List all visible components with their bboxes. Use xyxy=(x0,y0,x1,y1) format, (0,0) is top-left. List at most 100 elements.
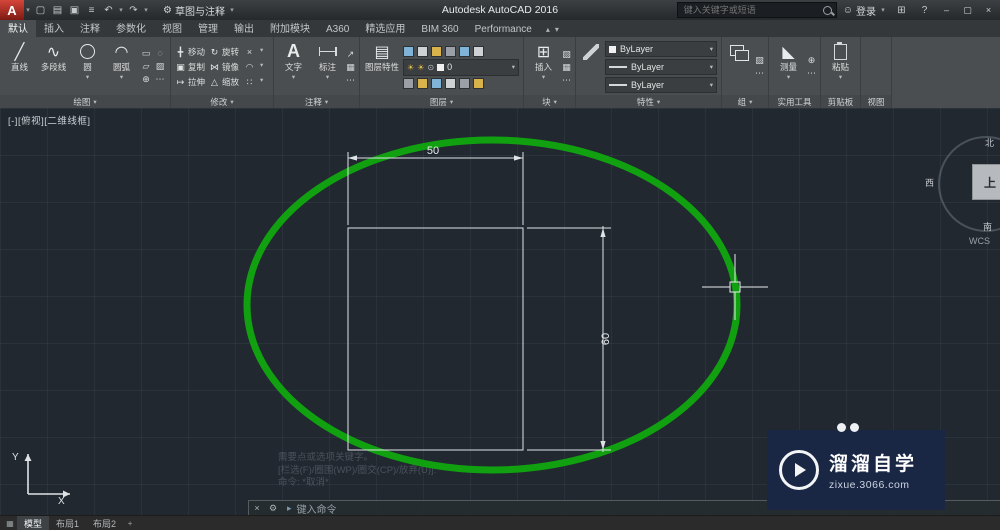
help-icon[interactable]: ? xyxy=(916,5,933,16)
open-file-icon[interactable]: ▤ xyxy=(49,5,66,16)
ribbon-tab-featured-apps[interactable]: 精选应用 xyxy=(357,18,413,37)
layer-tool-icon[interactable] xyxy=(417,45,429,57)
ribbon-tab-home[interactable]: 默认 xyxy=(0,18,36,37)
paste-tool[interactable]: 粘贴 ▾ xyxy=(825,39,856,95)
layer-tool-icon[interactable] xyxy=(459,45,471,57)
group-edit-icon[interactable]: ⋯ xyxy=(755,68,764,79)
block-edit-icon[interactable]: ▨ xyxy=(562,49,571,60)
maximize-button[interactable]: ▢ xyxy=(960,5,975,16)
close-button[interactable]: × xyxy=(981,5,996,15)
arc-tool[interactable]: ◠ 圆弧 ▾ xyxy=(106,39,137,95)
polyline-tool[interactable]: ∿ 多段线 xyxy=(38,39,69,95)
undo-dropdown-icon[interactable]: ▾ xyxy=(117,6,125,14)
viewcube-south-label[interactable]: 南 xyxy=(983,220,992,233)
text-dropdown-icon[interactable]: ▾ xyxy=(292,73,295,81)
ribbon-tab-annotate[interactable]: 注释 xyxy=(72,18,108,37)
layer-tool-icon[interactable] xyxy=(403,45,415,57)
layer-tool-icon[interactable] xyxy=(431,45,443,57)
new-layout-icon[interactable]: + xyxy=(123,519,137,528)
search-input[interactable] xyxy=(681,4,804,16)
block-attributes-icon[interactable]: ▦ xyxy=(562,62,571,73)
viewcube-west-label[interactable]: 西 xyxy=(925,176,934,189)
group-tool[interactable] xyxy=(726,39,752,95)
save-file-icon[interactable]: ▣ xyxy=(66,5,83,16)
ribbon-options-dropdown-icon[interactable]: ▾ xyxy=(555,25,559,34)
signin-button[interactable]: ☺ 登录 ▾ xyxy=(843,3,887,18)
ellipse-icon[interactable]: ◌ xyxy=(154,48,166,61)
viewcube[interactable]: 北 西 南 上 WCS xyxy=(910,124,1000,246)
panel-label-properties[interactable]: 特性 ▾ xyxy=(576,95,722,108)
circle-dropdown-icon[interactable]: ▾ xyxy=(86,73,89,81)
layer-tool-icon[interactable] xyxy=(445,77,457,89)
dimension-tool[interactable]: 标注 ▾ xyxy=(312,39,343,95)
draw-more-icon[interactable]: ⋯ xyxy=(154,74,166,87)
trim-dropdown-icon[interactable]: ▾ xyxy=(260,46,269,59)
panel-label-groups[interactable]: 组 ▾ xyxy=(722,95,769,108)
layer-tool-icon[interactable] xyxy=(445,45,457,57)
rectangle-icon[interactable]: ▭ xyxy=(140,48,152,61)
command-close-icon[interactable]: × xyxy=(249,503,265,513)
panel-label-view[interactable]: 视图 xyxy=(861,95,892,108)
lineweight-dropdown[interactable]: ByLayer ▾ xyxy=(605,77,718,93)
rectangle-shape[interactable] xyxy=(347,227,524,451)
redo-icon[interactable]: ↷ xyxy=(125,5,142,16)
command-customize-icon[interactable]: ⚙ xyxy=(265,503,281,514)
ribbon-tab-parametric[interactable]: 参数化 xyxy=(108,18,154,37)
match-properties-tool[interactable] xyxy=(580,39,602,95)
ribbon-tab-a360[interactable]: A360 xyxy=(318,22,357,37)
scale-tool[interactable]: △ 缩放 xyxy=(209,76,239,89)
search-box[interactable] xyxy=(676,2,837,18)
ribbon-tab-bim360[interactable]: BIM 360 xyxy=(413,22,466,37)
layer-properties-tool[interactable]: ▤ 图层特性 xyxy=(364,39,400,95)
table-icon[interactable]: ▦ xyxy=(346,62,355,73)
layer-tool-icon[interactable] xyxy=(459,77,471,89)
model-grid-icon[interactable]: ▦ xyxy=(3,519,17,528)
undo-icon[interactable]: ↶ xyxy=(100,5,117,16)
redo-dropdown-icon[interactable]: ▾ xyxy=(142,6,150,14)
line-tool[interactable]: ╱ 直线 xyxy=(4,39,35,95)
viewport-controls[interactable]: [-][俯视][二维线框] xyxy=(8,113,91,127)
panel-label-utilities[interactable]: 实用工具 xyxy=(769,95,821,108)
viewcube-north-label[interactable]: 北 xyxy=(985,136,994,149)
layer-tool-icon[interactable] xyxy=(473,45,485,57)
mirror-tool[interactable]: ⋈ 镜像 xyxy=(209,61,239,74)
ribbon-tab-view[interactable]: 视图 xyxy=(154,18,190,37)
tab-layout1[interactable]: 布局1 xyxy=(49,516,86,530)
fillet-icon[interactable]: ◠ xyxy=(243,61,256,74)
ribbon-tab-addins[interactable]: 附加模块 xyxy=(262,18,318,37)
command-input-placeholder[interactable]: 键入命令 xyxy=(297,501,337,516)
array-icon[interactable]: ∷ xyxy=(243,76,256,89)
app-menu-button[interactable]: A xyxy=(0,0,24,20)
stretch-tool[interactable]: ↦ 拉伸 xyxy=(175,76,205,89)
layer-tool-icon[interactable] xyxy=(473,77,485,89)
point-icon[interactable]: ⊕ xyxy=(140,74,152,87)
app-menu-dropdown-icon[interactable]: ▾ xyxy=(24,6,32,14)
panel-label-annotation[interactable]: 注释 ▾ xyxy=(274,95,360,108)
dimension-dropdown-icon[interactable]: ▾ xyxy=(326,73,329,81)
layer-tool-icon[interactable] xyxy=(417,77,429,89)
measure-tool[interactable]: ◣ 测量 ▾ xyxy=(773,39,804,95)
drawing-canvas[interactable]: [-][俯视][二维线框] 需要点或选项关键字。 [栏选(F)/圈围(WP)/圈… xyxy=(0,108,1000,516)
insert-block-tool[interactable]: ⊞ 插入 ▾ xyxy=(528,39,559,95)
quick-select-icon[interactable]: ⊕ xyxy=(807,55,816,66)
ribbon-minimize-icon[interactable]: ▴ xyxy=(546,25,550,34)
rotate-tool[interactable]: ↻ 旋转 xyxy=(209,46,239,59)
panel-label-layers[interactable]: 图层 ▾ xyxy=(360,95,524,108)
new-file-icon[interactable]: ▢ xyxy=(32,5,49,16)
block-more-icon[interactable]: ⋯ xyxy=(562,75,571,86)
trim-icon[interactable]: × xyxy=(243,46,256,59)
utilities-more-icon[interactable]: ⋯ xyxy=(807,68,816,79)
ungroup-icon[interactable]: ▨ xyxy=(755,55,764,66)
circle-tool[interactable]: 圆 ▾ xyxy=(72,39,103,95)
ribbon-tab-manage[interactable]: 管理 xyxy=(190,18,226,37)
object-color-dropdown[interactable]: ByLayer ▾ xyxy=(605,41,718,57)
copy-tool[interactable]: ▣ 复制 xyxy=(175,61,205,74)
ellipse-shape[interactable] xyxy=(243,136,741,474)
paste-dropdown-icon[interactable]: ▾ xyxy=(839,73,842,81)
linetype-dropdown[interactable]: ByLayer ▾ xyxy=(605,59,718,75)
layer-tool-icon[interactable] xyxy=(403,77,415,89)
plot-icon[interactable]: ≡ xyxy=(83,5,100,16)
panel-label-draw[interactable]: 绘图 ▾ xyxy=(0,95,170,108)
search-icon[interactable] xyxy=(822,5,832,15)
leader-icon[interactable]: ↗ xyxy=(346,49,355,60)
